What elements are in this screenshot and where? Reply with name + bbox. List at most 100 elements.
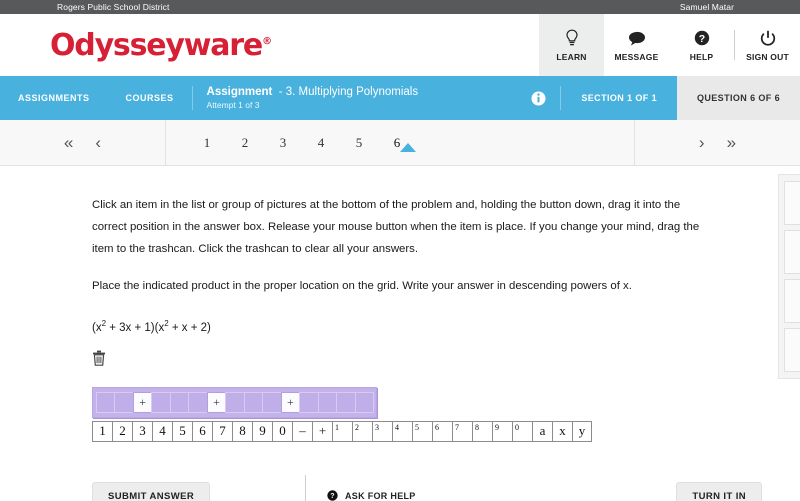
tray-tile-digit-7[interactable]: 7 [212,421,232,442]
instruction-text-1: Click an item in the list or group of pi… [92,199,700,256]
answer-cell-empty[interactable] [336,391,356,413]
side-tool-drawer[interactable] [778,174,800,379]
tray-tile-digit-1[interactable]: 1 [92,421,112,442]
pager-page-numbers: 123456 [165,120,635,165]
tray-tile-digit-8[interactable]: 8 [232,421,252,442]
tray-tile-sup-5[interactable]: 5 [412,421,432,442]
pager-page-5[interactable]: 5 [340,135,378,151]
answer-cell-empty[interactable] [354,391,375,413]
pager-page-4[interactable]: 4 [302,135,340,151]
answer-box[interactable]: + + + [92,386,377,418]
answer-cell-empty[interactable] [114,391,134,413]
double-chevron-left-icon[interactable]: « [64,134,73,151]
svg-text:?: ? [698,33,704,45]
nav-tab-section[interactable]: SECTION 1 OF 1 [561,76,677,120]
nav-link-assignments[interactable]: ASSIGNMENTS [0,76,108,120]
assignment-attempt: Attempt 1 of 3 [206,100,260,110]
tray-tile-digit-3[interactable]: 3 [132,421,152,442]
lightbulb-icon [565,28,579,48]
info-icon[interactable] [517,76,560,120]
pager-page-3[interactable]: 3 [264,135,302,151]
header-button-message-label: MESSAGE [614,52,659,62]
pager-page-2[interactable]: 2 [226,135,264,151]
side-tool-item[interactable] [784,328,800,372]
side-tool-item[interactable] [784,181,800,225]
speech-bubble-icon [628,28,646,48]
header-button-message[interactable]: MESSAGE [604,14,669,76]
tray-tile-sup-4[interactable]: 4 [392,421,412,442]
math-expression: (x2 + 3x + 1)(x2 + x + 2) [92,319,800,334]
answer-cell-empty[interactable] [262,391,282,413]
nav-tab-question[interactable]: QUESTION 6 OF 6 [676,76,800,120]
tray-tile-sup-0[interactable]: 0 [512,421,532,442]
nav-tab-section-label: SECTION 1 OF 1 [581,93,657,103]
header-button-learn[interactable]: LEARN [539,14,604,76]
tray-tile-digit-2[interactable]: 2 [112,421,132,442]
district-name: Rogers Public School District [57,2,170,12]
answer-cell-operator[interactable]: + [206,391,227,413]
side-tool-item[interactable] [784,279,800,323]
pager-page-1[interactable]: 1 [188,135,226,151]
pager-page-6[interactable]: 6 [378,135,417,152]
question-circle-icon: ? [694,28,710,48]
tile-tray[interactable]: 1 2 3 4 5 6 7 8 9 0– +1 2 3 4 5 6 7 8 9 0 a x y [92,420,592,442]
tray-tile-sup-3[interactable]: 3 [372,421,392,442]
header-button-sign-out-label: SIGN OUT [746,52,789,62]
help-dot-icon: ? [327,489,338,501]
tray-tile-sup-7[interactable]: 7 [452,421,472,442]
expr-part-1: (x [92,321,102,334]
tray-tile-sup-2[interactable]: 2 [352,421,372,442]
trashcan-icon[interactable] [92,350,108,371]
tray-tile-letter-a[interactable]: a [532,421,552,442]
pager-selected-caret [400,142,417,152]
problem-content: Click an item in the list or group of pi… [0,166,800,477]
answer-cell-empty[interactable] [151,391,171,413]
answer-cell-empty[interactable] [299,391,319,413]
answer-cell-empty[interactable] [169,391,190,413]
tray-tile-digit-4[interactable]: 4 [152,421,172,442]
tray-tile-sup-1[interactable]: 1 [332,421,352,442]
answer-cell-operator[interactable]: + [132,391,153,413]
expr-part-3: + x + 2) [168,321,211,334]
assignment-title-block: Assignment - 3. Multiplying Polynomials … [193,76,518,120]
tray-tile-digit-+[interactable]: + [312,421,332,442]
side-tool-item[interactable] [784,230,800,274]
svg-text:?: ? [330,493,335,500]
nav-link-courses[interactable]: COURSES [108,76,192,120]
turn-it-in-button[interactable]: TURN IT IN [676,481,762,501]
answer-cell-empty[interactable] [225,391,245,413]
answer-cell-empty[interactable] [188,391,208,413]
tray-tile-letter-x[interactable]: x [552,421,572,442]
tray-tile-digit-6[interactable]: 6 [192,421,212,442]
submit-answer-button[interactable]: SUBMIT ANSWER [92,481,211,501]
tray-tile-digit-5[interactable]: 5 [172,421,192,442]
nav-tab-question-label: QUESTION 6 OF 6 [696,93,780,103]
pager-prev-group: « ‹ [0,120,165,165]
answer-cell-empty[interactable] [96,391,116,413]
tray-tile-sup-8[interactable]: 8 [472,421,492,442]
answer-cell-operator[interactable]: + [280,391,301,413]
tray-tile-sup-6[interactable]: 6 [432,421,452,442]
answer-cell-empty[interactable] [243,391,264,413]
answer-cell-empty[interactable] [317,391,338,413]
logo[interactable]: Odysseyware® [0,14,539,76]
assignment-title-prefix: Assignment [206,86,273,98]
tray-tile-sup-9[interactable]: 9 [492,421,512,442]
power-icon [760,28,776,48]
header-button-help[interactable]: ? HELP [669,14,734,76]
instruction-text-2: Place the indicated product in the prope… [92,279,632,292]
pager-next-group: › » [635,120,800,165]
double-chevron-right-icon[interactable]: » [727,134,736,151]
chevron-right-icon[interactable]: › [699,134,705,151]
nav-link-courses-label: COURSES [125,93,174,103]
header-button-help-label: HELP [689,52,714,62]
expr-part-2: + 3x + 1)(x [106,321,165,334]
tray-tile-digit-9[interactable]: 9 [252,421,272,442]
tray-tile-digit-0[interactable]: 0 [272,421,292,442]
tray-tile-letter-y[interactable]: y [572,421,592,442]
tray-tile-digit-–[interactable]: – [292,421,312,442]
header-button-sign-out[interactable]: SIGN OUT [735,14,800,76]
ask-for-help-button[interactable]: ? ASK FOR HELP [327,489,416,501]
chevron-left-icon[interactable]: ‹ [95,134,101,151]
brand-header: Odysseyware® LEARN MESSAGE ? HELP SIGN O… [0,14,800,76]
